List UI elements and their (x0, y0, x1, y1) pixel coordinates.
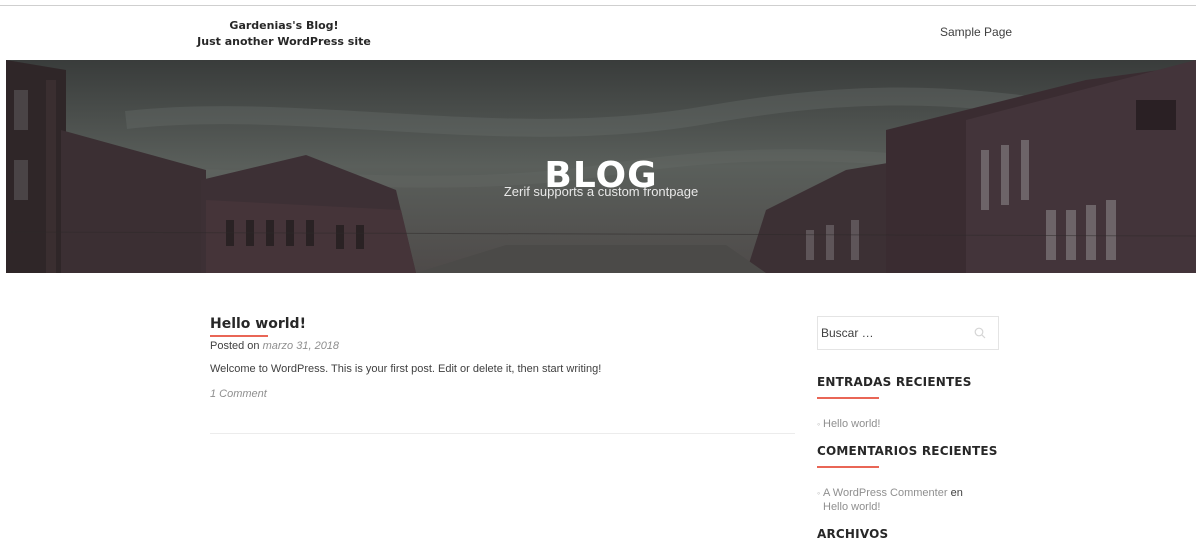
comment-author-link[interactable]: A WordPress Commenter (823, 487, 948, 499)
site-tagline: Just another WordPress site (197, 35, 371, 48)
post-entry: Hello world! Posted on marzo 31, 2018 We… (210, 315, 795, 400)
sidebar: ENTRADAS RECIENTES ◦ Hello world! COMENT… (817, 316, 999, 541)
search-form (817, 316, 999, 350)
bullet-icon: ◦ (817, 419, 821, 429)
bullet-icon: ◦ (817, 488, 821, 498)
list-item: ◦ A WordPress Commenter en Hello world! (817, 486, 999, 514)
recent-post-link[interactable]: Hello world! (823, 418, 880, 430)
recent-posts-list: ◦ Hello world! (817, 417, 999, 431)
widget-title-archives: ARCHIVOS (817, 527, 889, 541)
post-meta-prefix: Posted on (210, 340, 260, 352)
hero-subtitle: Zerif supports a custom frontpage (503, 184, 699, 199)
search-input[interactable] (818, 317, 968, 349)
post-date-link[interactable]: marzo 31, 2018 (263, 340, 339, 352)
site-branding[interactable]: Gardenias's Blog! Just another WordPress… (186, 18, 382, 50)
post-comments-link[interactable]: 1 Comment (210, 388, 795, 400)
site-title: Gardenias's Blog! (229, 19, 339, 32)
widget-title-recent-comments: COMENTARIOS RECIENTES (817, 444, 998, 458)
nav-item-sample-page[interactable]: Sample Page (940, 25, 1012, 39)
search-icon[interactable] (974, 327, 986, 339)
post-title-underline (210, 335, 268, 337)
hero-banner: BLOG Zerif supports a custom frontpage (6, 60, 1196, 273)
post-divider (210, 433, 795, 434)
site-header: Gardenias's Blog! Just another WordPress… (0, 6, 1196, 60)
post-meta: Posted on marzo 31, 2018 (210, 340, 795, 352)
widget-underline (817, 397, 879, 399)
comment-connector: en (950, 487, 963, 499)
recent-comments-list: ◦ A WordPress Commenter en Hello world! (817, 486, 999, 514)
post-title-link[interactable]: Hello world! (210, 316, 306, 332)
post-excerpt: Welcome to WordPress. This is your first… (210, 363, 602, 375)
widget-underline (817, 466, 879, 468)
list-item: ◦ Hello world! (817, 417, 999, 431)
comment-post-link[interactable]: Hello world! (823, 501, 880, 513)
widget-title-recent-posts: ENTRADAS RECIENTES (817, 375, 972, 389)
